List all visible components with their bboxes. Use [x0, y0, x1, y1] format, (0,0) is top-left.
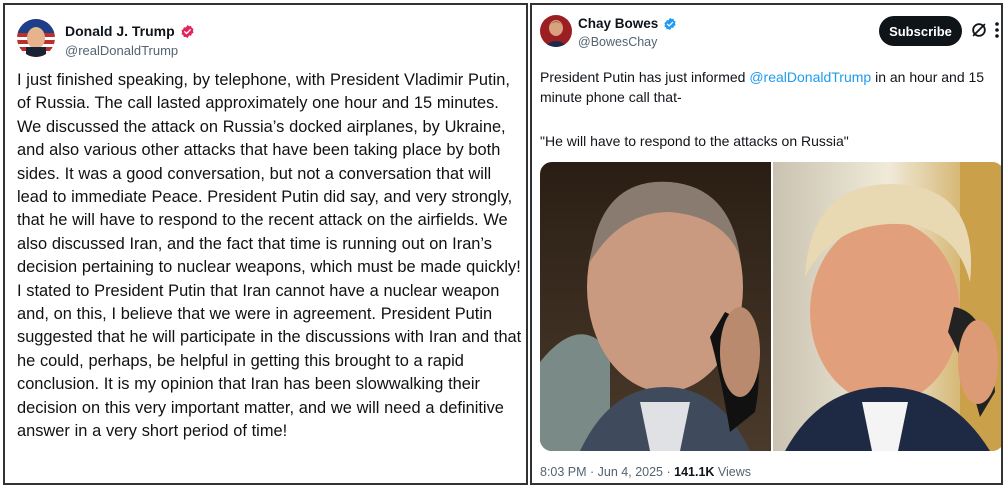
tweet-meta: 8:03 PM · Jun 4, 2025 · 141.1K Views	[540, 465, 751, 479]
grok-icon[interactable]	[970, 21, 988, 39]
views-count: 141.1K	[674, 465, 715, 479]
verified-badge-icon	[664, 17, 676, 30]
tweet-text: President Putin has just informed @realD…	[540, 67, 1000, 107]
x-post: Chay Bowes @BowesChay Subscribe Presiden…	[530, 3, 1003, 485]
more-options-icon[interactable]	[990, 20, 1003, 40]
mention-link[interactable]: @realDonaldTrump	[749, 69, 871, 85]
truth-social-post: Donald J. Trump @realDonaldTrump I just …	[3, 3, 528, 485]
tweet-photo[interactable]	[540, 162, 1001, 451]
author-handle[interactable]: @realDonaldTrump	[65, 43, 178, 58]
views-label: Views	[714, 465, 752, 479]
trump-avatar[interactable]	[17, 19, 55, 57]
post-body-text: I just finished speaking, by telephone, …	[17, 71, 522, 441]
meta-separator: ·	[586, 465, 598, 479]
author-display-name[interactable]: Chay Bowes	[578, 16, 658, 31]
meta-separator: ·	[663, 465, 675, 479]
tweet-quote: "He will have to respond to the attacks …	[540, 133, 849, 149]
author-name-row: Chay Bowes	[578, 16, 677, 31]
subscribe-button[interactable]: Subscribe	[879, 16, 962, 46]
author-handle[interactable]: @BowesChay	[578, 35, 657, 49]
tweet-date[interactable]: Jun 4, 2025	[598, 465, 663, 479]
author-name-row: Donald J. Trump	[65, 23, 195, 39]
tweet-text-part: President Putin has just informed	[540, 69, 750, 85]
verified-badge-icon	[181, 24, 194, 38]
author-display-name[interactable]: Donald J. Trump	[65, 23, 175, 39]
tweet-time[interactable]: 8:03 PM	[540, 465, 587, 479]
chay-bowes-avatar[interactable]	[540, 15, 572, 47]
